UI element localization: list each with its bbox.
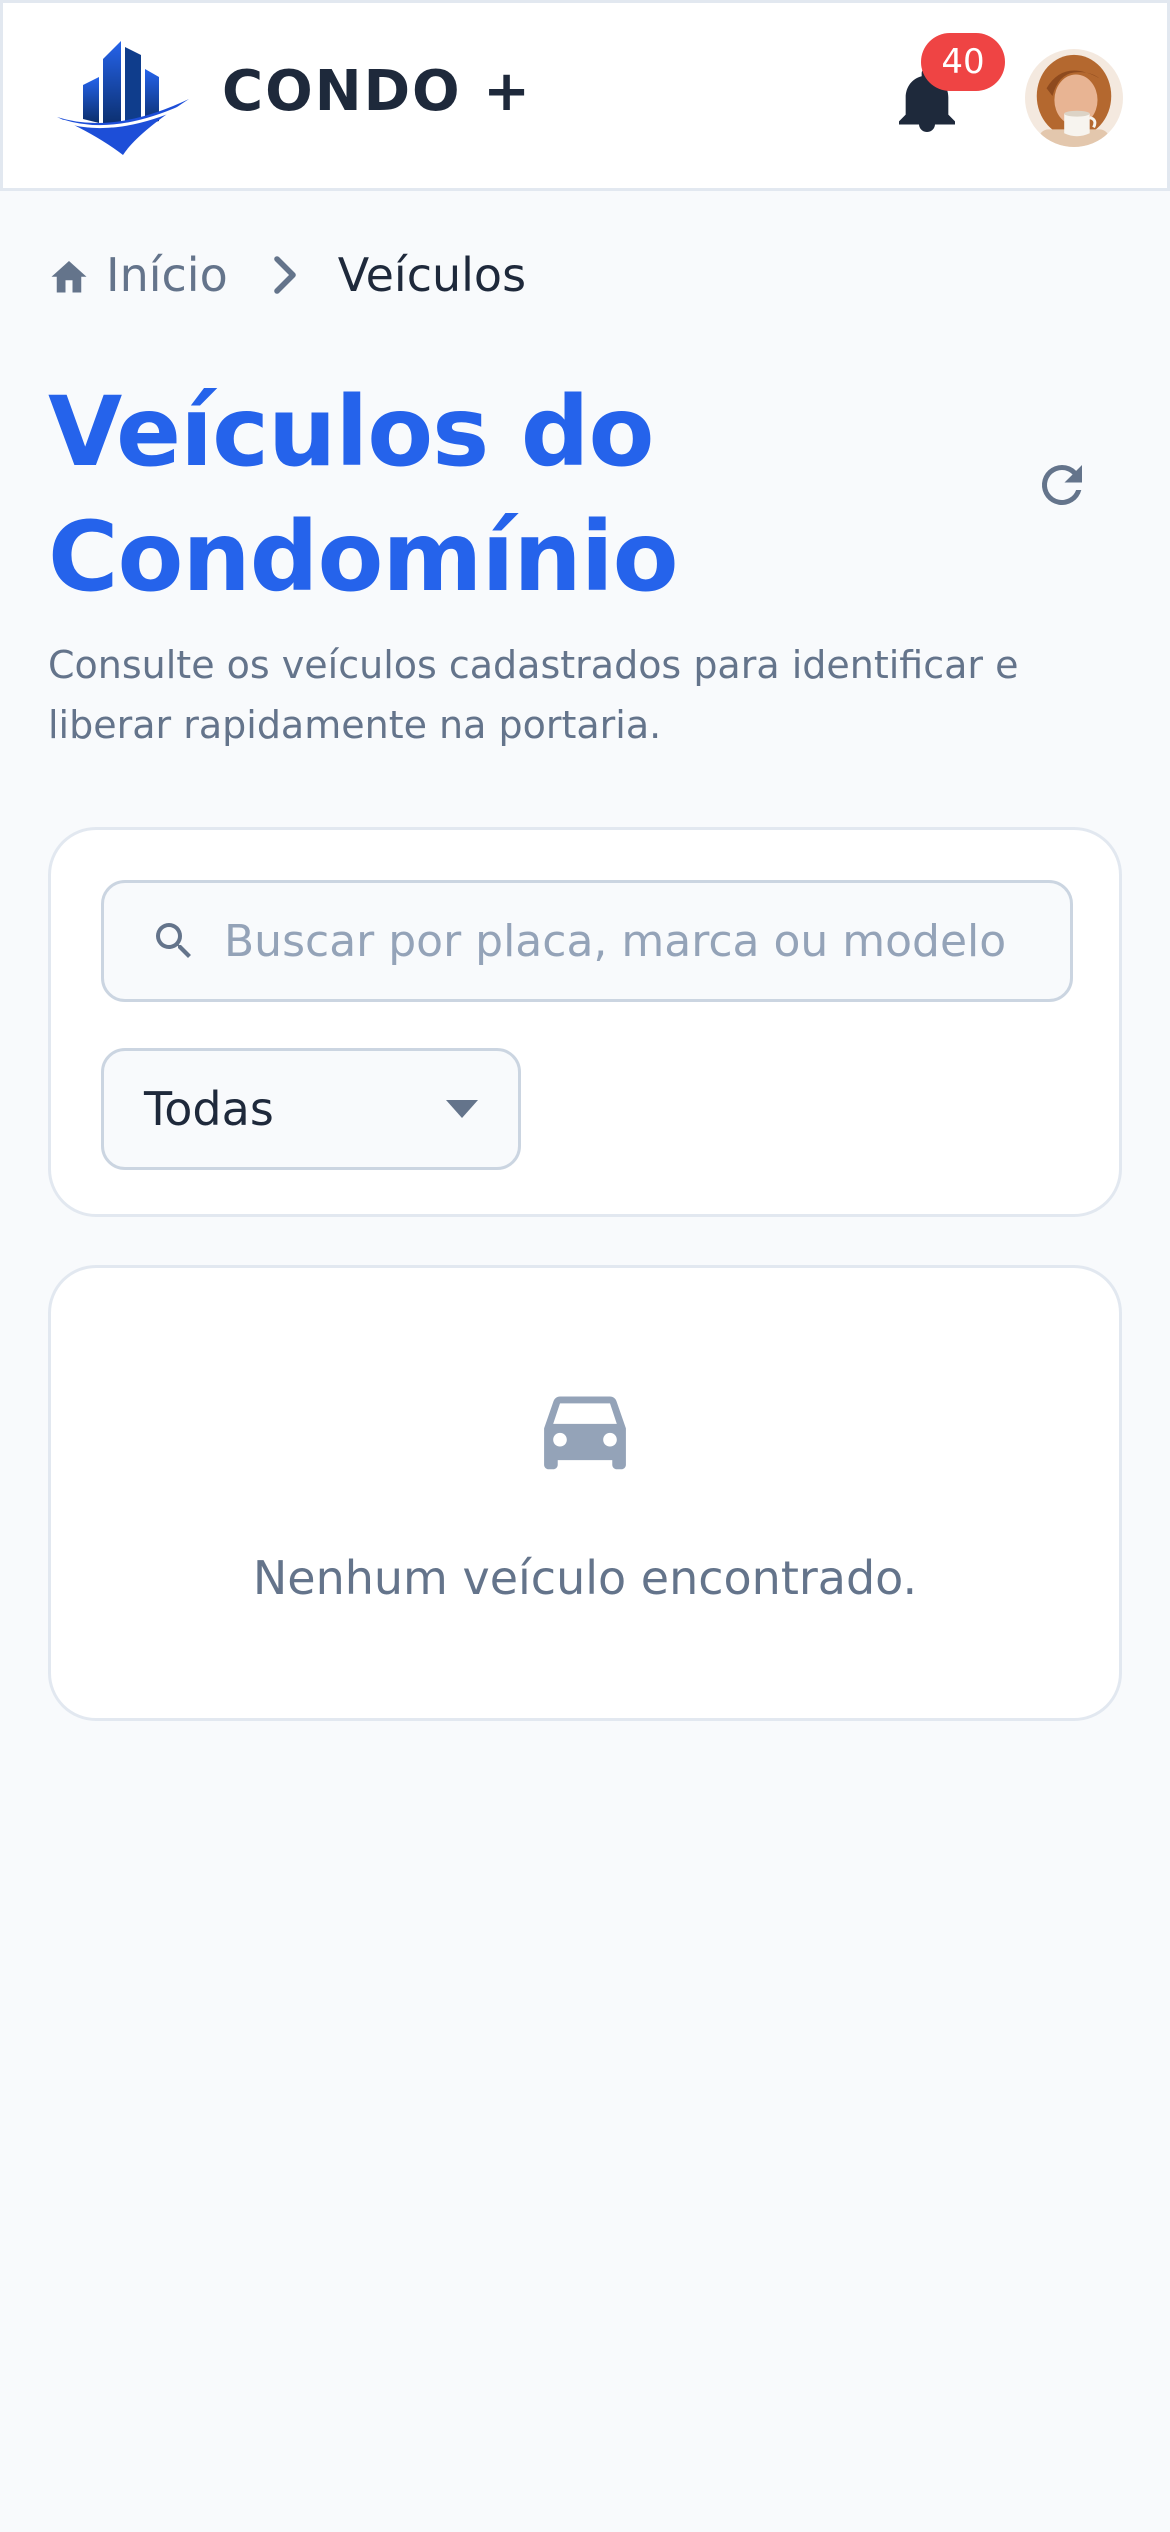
condo-logo-icon[interactable] xyxy=(53,37,193,157)
empty-state-message: Nenhum veículo encontrado. xyxy=(252,1551,918,1605)
caret-down-icon xyxy=(446,1100,478,1118)
chevron-right-icon xyxy=(273,256,296,294)
car-icon xyxy=(544,1396,626,1470)
breadcrumb-home-link[interactable]: Início xyxy=(106,248,228,302)
top-bar: CONDO + 40 xyxy=(0,0,1170,191)
empty-state-card: Nenhum veículo encontrado. xyxy=(48,1265,1122,1721)
breadcrumb-current: Veículos xyxy=(337,248,527,302)
page-subtitle: Consulte os veículos cadastrados para id… xyxy=(48,643,1019,747)
breadcrumb: Início Veículos xyxy=(48,245,526,305)
page-title: Veículos do Condomínio xyxy=(48,376,679,613)
category-select-value: Todas xyxy=(144,1082,274,1136)
brand-name: CONDO + xyxy=(222,59,533,124)
search-input[interactable] xyxy=(224,915,1024,967)
search-field[interactable] xyxy=(101,880,1073,1002)
refresh-icon[interactable] xyxy=(1032,455,1092,515)
notification-count-badge: 40 xyxy=(921,33,1005,91)
home-icon[interactable] xyxy=(48,255,90,295)
search-icon xyxy=(156,923,191,958)
filters-card: Todas xyxy=(48,827,1122,1217)
category-select[interactable]: Todas xyxy=(101,1048,521,1170)
user-avatar[interactable] xyxy=(1025,49,1123,147)
